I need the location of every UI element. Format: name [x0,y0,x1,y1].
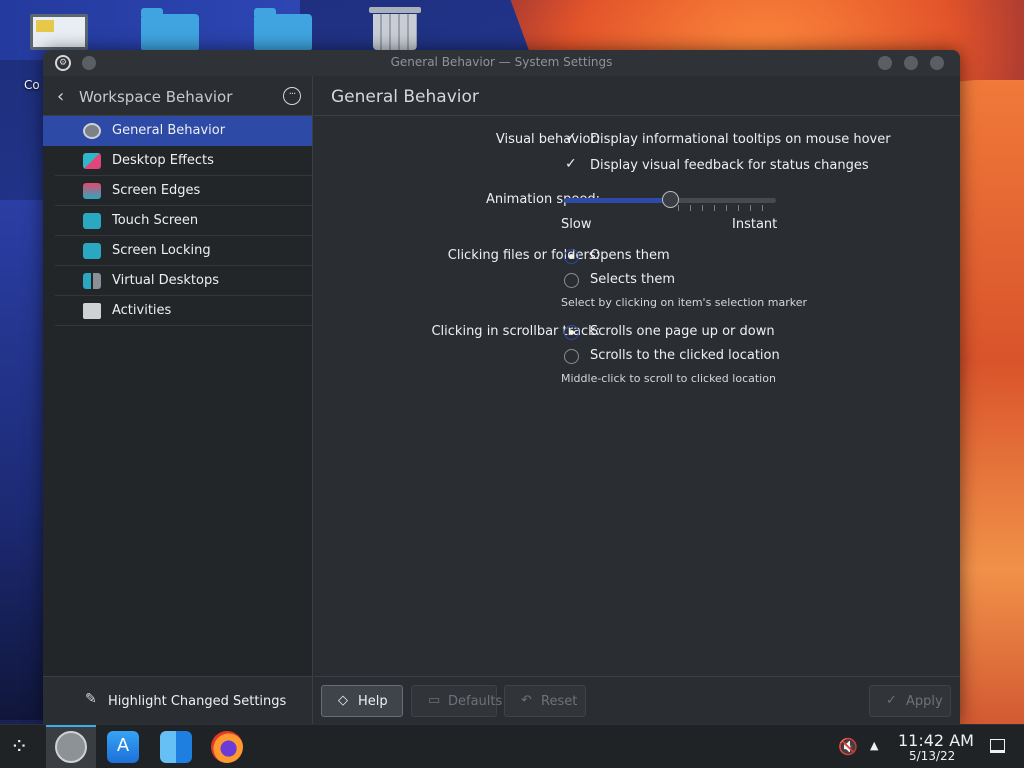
application-launcher-icon[interactable]: ⁘ [10,735,28,760]
status-feedback-checkbox-label: Display visual feedback for status chang… [590,158,869,173]
scroll-one-page-label: Scrolls one page up or down [590,324,775,339]
sidebar-item-label: Virtual Desktops [112,273,219,288]
checkbox-checked-icon [564,156,579,174]
help-button-label: Help [358,694,388,709]
reset-button[interactable]: ↶ Reset [504,685,586,717]
system-settings-task-icon[interactable] [55,731,87,763]
sidebar-item-activities[interactable]: Activities [55,296,312,326]
scroll-to-location-label: Scrolls to the clicked location [590,348,780,363]
button-bar: ◇ Help ▭ Defaults ↶ Reset ✓ Apply [314,676,960,724]
middle-click-hint: Middle-click to scroll to clicked locati… [561,372,776,385]
defaults-button-label: Defaults [448,694,503,709]
show-desktop-icon[interactable] [990,739,1005,753]
checkmark-icon: ✓ [886,693,897,708]
pencil-icon: ✎ [85,691,97,707]
sidebar: ‹ Workspace Behavior ··· General Behavio… [43,76,313,724]
apply-button-label: Apply [906,694,943,709]
window-titlebar[interactable]: ⚙ General Behavior — System Settings [43,50,960,76]
system-settings-window: ⚙ General Behavior — System Settings ‹ W… [43,50,960,724]
sidebar-list: General Behavior Desktop Effects Screen … [43,116,312,326]
radio-selected-icon [564,325,579,340]
sidebar-header: ‹ Workspace Behavior ··· [43,76,312,116]
desktop-effects-icon [83,153,101,169]
main-content: General Behavior Visual behavior: Displa… [314,76,960,724]
volume-muted-icon[interactable]: 🔇 [838,737,858,756]
computer-desktop-icon[interactable] [30,14,88,50]
back-chevron-icon[interactable]: ‹ [57,86,64,107]
sidebar-title: Workspace Behavior [79,88,233,106]
help-icon: ◇ [338,693,348,708]
virtual-desktops-icon [83,273,101,289]
undo-icon: ↶ [521,693,532,708]
sidebar-item-label: General Behavior [112,123,226,138]
reset-button-label: Reset [541,694,578,709]
home-folder-desktop-icon[interactable] [141,8,199,50]
opens-them-label: Opens them [590,248,670,263]
radio-unselected-icon [564,273,579,288]
sidebar-item-label: Activities [112,303,172,318]
selection-marker-hint: Select by clicking on item's selection m… [561,296,807,309]
screen-locking-icon [83,243,101,259]
taskbar: ⁘ A 🔇 ▲ 11:42 AM 5/13/22 [0,724,1024,768]
highlight-changed-settings-label: Highlight Changed Settings [108,694,287,709]
slider-fill [564,198,670,203]
sidebar-item-general-behavior[interactable]: General Behavior [43,116,312,146]
close-button[interactable] [930,56,944,70]
slider-thumb[interactable] [662,191,679,208]
sidebar-item-virtual-desktops[interactable]: Virtual Desktops [55,266,312,296]
file-manager-task-icon[interactable] [160,731,192,763]
clock-time[interactable]: 11:42 AM [898,731,974,750]
sidebar-item-label: Touch Screen [112,213,199,228]
system-tray-expand-icon[interactable]: ▲ [870,739,878,752]
defaults-button[interactable]: ▭ Defaults [411,685,502,717]
computer-desktop-label: Co [24,78,40,92]
firefox-task-icon[interactable] [211,731,243,763]
animation-speed-slider[interactable] [564,189,776,211]
checkbox-checked-icon [564,130,579,148]
clock-date[interactable]: 5/13/22 [909,749,955,763]
more-options-icon[interactable]: ··· [283,87,301,105]
sidebar-item-label: Desktop Effects [112,153,214,168]
visual-behavior-label: Visual behavior: [495,132,600,147]
sidebar-item-label: Screen Locking [112,243,211,258]
app-store-task-icon[interactable]: A [107,731,139,763]
apply-button[interactable]: ✓ Apply [869,685,951,717]
slider-ticks [678,205,774,211]
window-title: General Behavior — System Settings [390,55,613,69]
highlight-changed-settings-button[interactable]: ✎ Highlight Changed Settings [43,676,312,724]
minimize-button[interactable] [878,56,892,70]
radio-unselected-icon [564,349,579,364]
defaults-icon: ▭ [428,693,441,708]
help-button[interactable]: ◇ Help [321,685,403,717]
selects-them-label: Selects them [590,272,676,287]
radio-selected-icon [564,249,579,264]
slider-min-label: Slow [561,217,592,232]
sidebar-item-label: Screen Edges [112,183,201,198]
screen-edges-icon [83,183,101,199]
sidebar-item-screen-edges[interactable]: Screen Edges [55,176,312,206]
general-behavior-icon [83,123,101,139]
maximize-button[interactable] [904,56,918,70]
sidebar-item-desktop-effects[interactable]: Desktop Effects [55,146,312,176]
touch-screen-icon [83,213,101,229]
trash-desktop-icon[interactable] [369,7,421,50]
page-title: General Behavior [331,87,479,107]
network-folder-desktop-icon[interactable] [254,8,312,50]
main-header: General Behavior [314,76,960,116]
sidebar-item-touch-screen[interactable]: Touch Screen [55,206,312,236]
slider-max-label: Instant [732,217,778,232]
tooltips-checkbox-label: Display informational tooltips on mouse … [590,132,891,147]
sidebar-item-screen-locking[interactable]: Screen Locking [55,236,312,266]
activities-icon [83,303,101,319]
